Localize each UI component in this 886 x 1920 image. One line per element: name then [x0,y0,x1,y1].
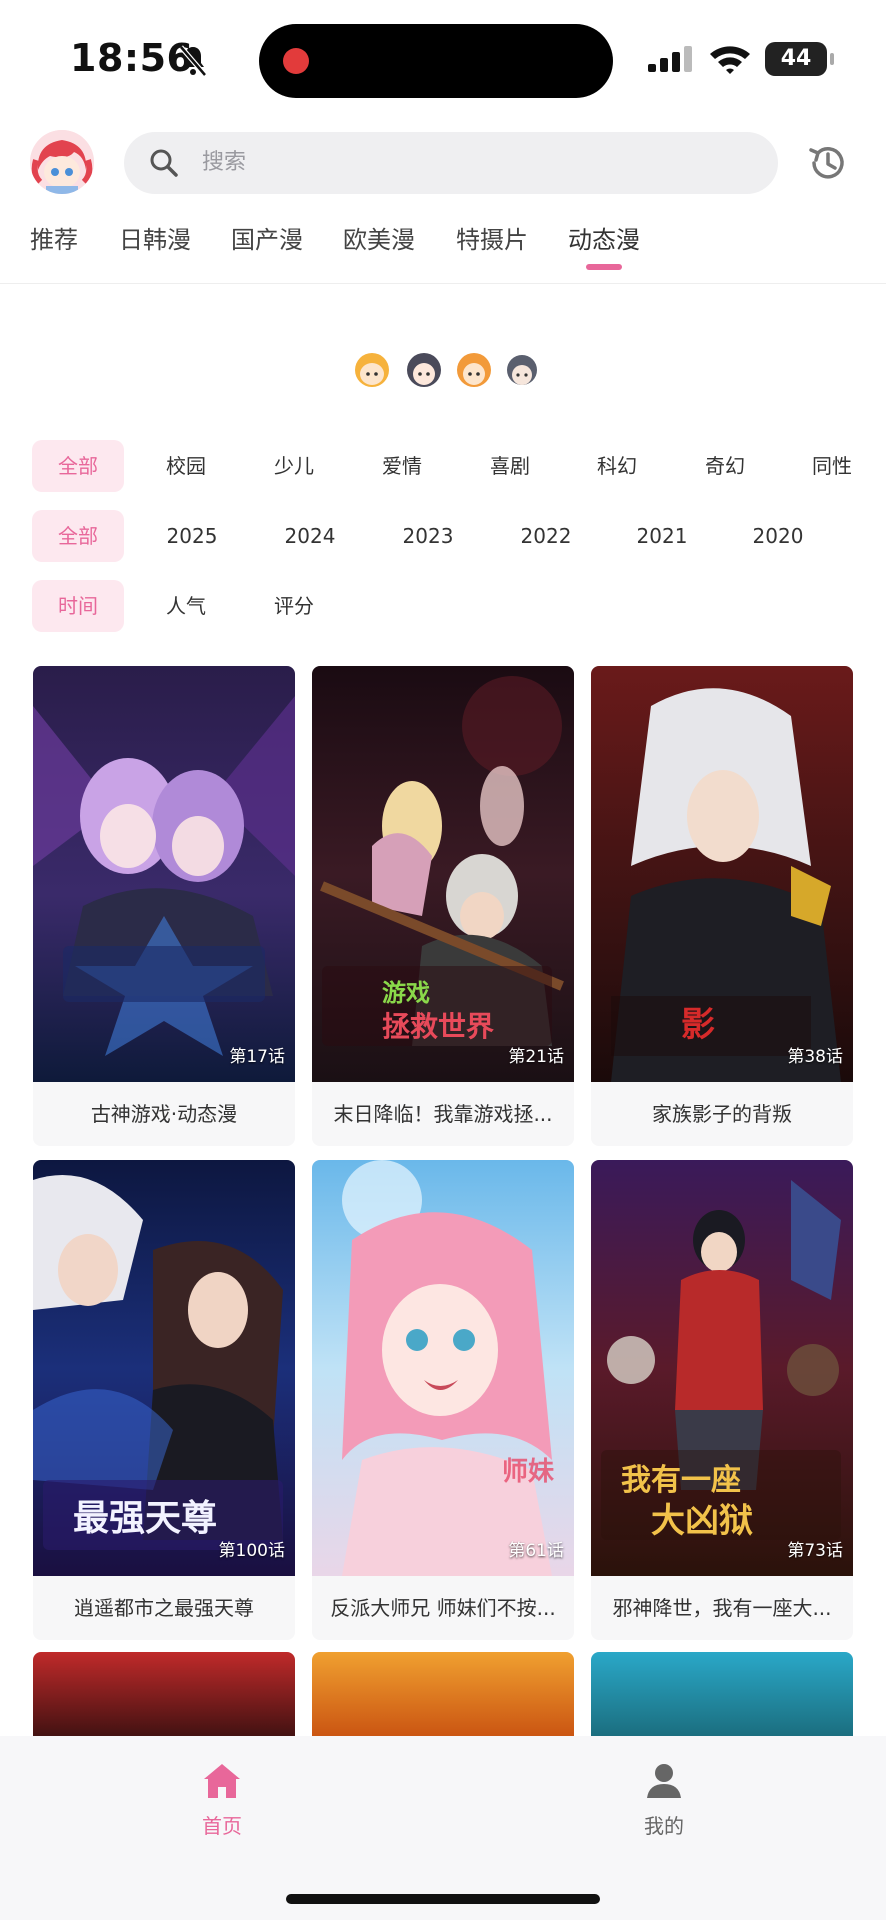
battery-cap [830,53,834,65]
svg-text:游戏: 游戏 [382,979,430,1007]
home-indicator [286,1894,600,1904]
svg-text:师妹: 师妹 [502,1457,554,1487]
status-bar: 18:56 44 [0,0,886,120]
nav-profile[interactable]: 我的 [604,1760,724,1839]
dynamic-island [259,24,613,98]
cellular-signal-icon [648,46,692,72]
year-chip-2020[interactable]: 2020 [738,510,818,562]
card-cover-image: 我有一座 大凶狱 [591,1160,853,1576]
card-title: 逍遥都市之最强天尊 [74,1596,254,1620]
year-filter-row: 全部 2025 2024 2023 2022 2021 2020 [0,510,886,562]
anime-card[interactable]: 最强天尊 第100话 逍遥都市之最强天尊 [33,1160,295,1640]
search-bar[interactable]: 搜索 [124,132,778,194]
user-avatar[interactable] [30,130,94,194]
sort-chip-time[interactable]: 时间 [32,580,124,632]
anime-card[interactable]: 游戏 拯救世界 第21话 末日降临！我靠游戏拯... [312,666,574,1146]
sort-chip-rating[interactable]: 评分 [258,580,330,632]
sort-filter-row: 时间 人气 评分 [0,580,886,632]
episode-count: 第38话 [787,1047,843,1067]
active-tab-indicator [586,264,622,270]
status-time: 18:56 [70,36,194,80]
card-title: 古神游戏·动态漫 [90,1102,238,1126]
mascot-characters-icon [355,353,537,387]
bottom-navigation: 首页 我的 [0,1736,886,1920]
tab-domestic[interactable]: 国产漫 [231,222,303,258]
nav-home-label: 首页 [202,1814,242,1838]
card-cover-image [33,666,295,1082]
card-cover-image: 最强天尊 [33,1160,295,1576]
search-placeholder: 搜索 [202,150,247,175]
battery-indicator: 44 [765,42,827,76]
year-chip-2024[interactable]: 2024 [270,510,350,562]
anime-card[interactable]: 影 第38话 家族影子的背叛 [591,666,853,1146]
anime-card[interactable]: 我有一座 大凶狱 第73话 邪神降世，我有一座大... [591,1160,853,1640]
episode-count: 第100话 [218,1541,285,1561]
history-icon[interactable] [806,142,848,184]
genre-chip-campus[interactable]: 校园 [150,440,222,492]
card-cover-image: 师妹 [312,1160,574,1576]
card-title: 末日降临！我靠游戏拯... [333,1102,553,1126]
year-chip-2022[interactable]: 2022 [506,510,586,562]
episode-count: 第17话 [229,1047,285,1067]
genre-chip-bl[interactable]: 同性 [796,440,868,492]
anime-card-partial[interactable] [312,1652,574,1742]
profile-icon [647,1764,681,1798]
genre-chip-kids[interactable]: 少儿 [258,440,330,492]
anime-card-partial[interactable] [33,1652,295,1742]
search-icon [150,149,178,177]
anime-card-partial[interactable] [591,1652,853,1742]
svg-text:最强天尊: 最强天尊 [73,1498,217,1539]
svg-text:拯救世界: 拯救世界 [382,1010,494,1043]
card-title: 邪神降世，我有一座大... [612,1596,832,1620]
year-chip-2021[interactable]: 2021 [622,510,702,562]
tab-tokusatsu[interactable]: 特摄片 [456,222,528,258]
year-chip-all[interactable]: 全部 [32,510,124,562]
genre-chip-comedy[interactable]: 喜剧 [474,440,546,492]
tab-animated[interactable]: 动态漫 [568,222,640,258]
card-title: 反派大师兄 师妹们不按... [330,1596,556,1620]
episode-count: 第73话 [787,1541,843,1561]
home-icon [204,1764,240,1798]
genre-filter-row: 全部 校园 少儿 爱情 喜剧 科幻 奇幻 同性 [0,440,886,492]
year-chip-2025[interactable]: 2025 [152,510,232,562]
anime-card[interactable]: 师妹 第61话 反派大师兄 师妹们不按... [312,1160,574,1640]
card-title: 家族影子的背叛 [652,1102,792,1126]
tab-japan-korea[interactable]: 日韩漫 [119,222,191,258]
svg-text:影: 影 [681,1005,715,1045]
category-tabs: 推荐 日韩漫 国产漫 欧美漫 特摄片 动态漫 [0,214,886,284]
nav-home[interactable]: 首页 [162,1760,282,1839]
genre-chip-all[interactable]: 全部 [32,440,124,492]
bell-muted-icon [179,45,207,77]
card-cover-image: 游戏 拯救世界 [312,666,574,1082]
episode-count: 第61话 [508,1541,564,1561]
svg-text:大凶狱: 大凶狱 [651,1501,753,1541]
genre-chip-scifi[interactable]: 科幻 [581,440,653,492]
wifi-icon [710,46,750,74]
nav-profile-label: 我的 [644,1814,684,1838]
year-chip-2023[interactable]: 2023 [388,510,468,562]
genre-chip-romance[interactable]: 爱情 [366,440,438,492]
genre-chip-fantasy[interactable]: 奇幻 [689,440,761,492]
anime-card[interactable]: 第17话 古神游戏·动态漫 [33,666,295,1146]
svg-text:我有一座: 我有一座 [621,1463,741,1498]
tab-recommend[interactable]: 推荐 [30,222,78,258]
tab-western[interactable]: 欧美漫 [343,222,415,258]
episode-count: 第21话 [508,1047,564,1067]
card-cover-image: 影 [591,666,853,1082]
recording-indicator [283,48,309,74]
sort-chip-popularity[interactable]: 人气 [150,580,222,632]
